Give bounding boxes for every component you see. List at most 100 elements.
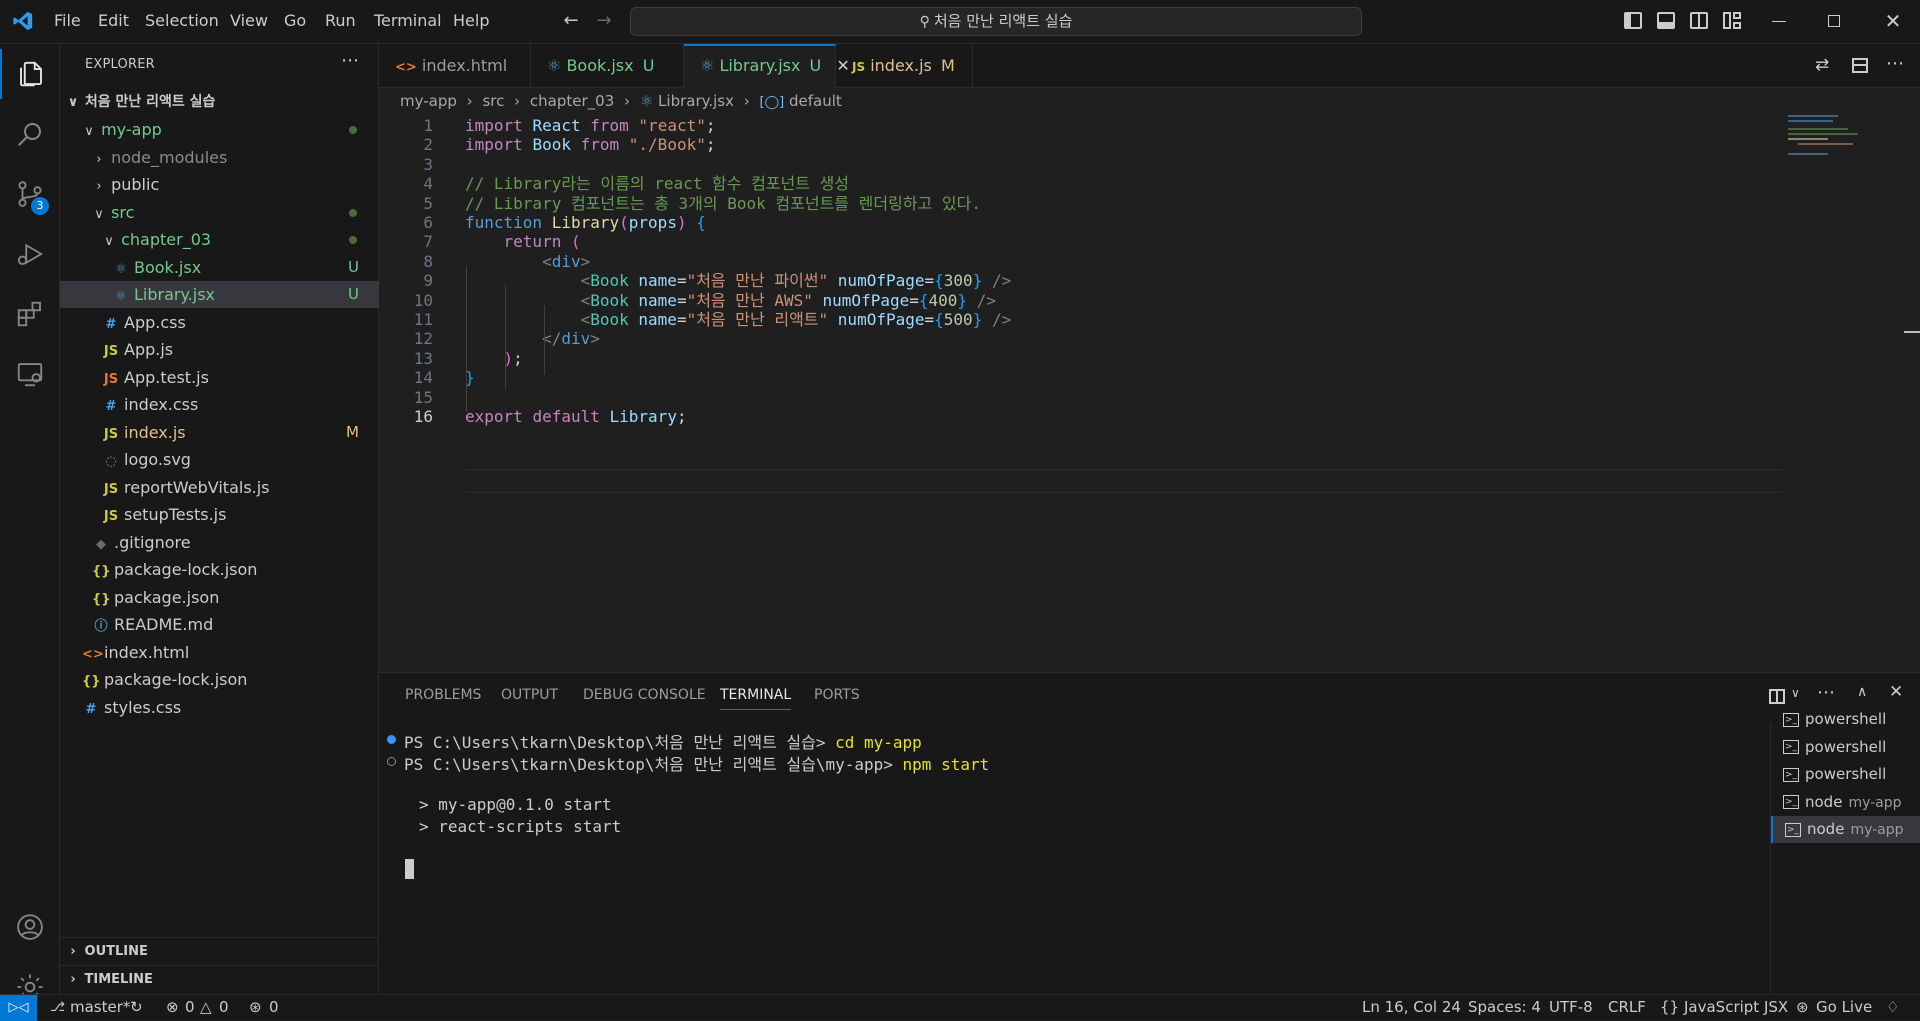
terminal-instance[interactable]: >_ powershell	[1771, 734, 1920, 761]
split-terminal-icon[interactable]	[1769, 689, 1785, 704]
toggle-primary-sidebar-icon[interactable]	[1624, 12, 1642, 29]
tab-library-jsx[interactable]: ⚛ Library.jsx U ✕	[684, 44, 850, 88]
tree-item[interactable]: ⚛ Book.jsx U	[60, 254, 379, 281]
terminal-instance[interactable]: >_ node my-app	[1771, 789, 1920, 816]
tree-item[interactable]: # styles.css	[60, 694, 379, 721]
open-changes-icon[interactable]: ⇄	[1815, 55, 1829, 75]
tree-item[interactable]: JS index.js M	[60, 419, 379, 446]
tree-item[interactable]: <>index.html	[60, 639, 379, 666]
cursor-position[interactable]: Ln 16, Col 24	[1362, 995, 1461, 1020]
broadcast-icon: ⊛	[1796, 998, 1809, 1016]
customize-layout-icon[interactable]	[1723, 12, 1741, 29]
react-file-icon: ⚛	[639, 92, 654, 110]
tree-item[interactable]: › public	[60, 171, 379, 198]
breadcrumb-item[interactable]: chapter_03	[530, 92, 614, 110]
tree-item[interactable]: ⚛ Library.jsx U	[60, 281, 379, 308]
tree-item[interactable]: JS App.test.js	[60, 364, 379, 391]
line-ending[interactable]: CRLF	[1608, 995, 1646, 1020]
minimap[interactable]	[1788, 112, 1868, 162]
terminal-instance[interactable]: >_ powershell	[1771, 706, 1920, 733]
minimize-icon[interactable]	[1772, 21, 1786, 22]
tree-item[interactable]: JS reportWebVitals.js	[60, 474, 379, 501]
tree-item[interactable]: ⓘ README.md	[60, 611, 379, 638]
workspace-root[interactable]: ∨ 처음 만난 리액트 실습	[60, 89, 379, 116]
encoding[interactable]: UTF-8	[1549, 995, 1593, 1020]
bell-icon[interactable]: ♢	[1886, 995, 1899, 1020]
ports-count[interactable]: 0	[269, 995, 279, 1020]
panel-tab-ports[interactable]: PORTS	[814, 687, 860, 703]
restore-icon[interactable]	[1828, 15, 1840, 27]
tree-item[interactable]: ◆ .gitignore	[60, 529, 379, 556]
accounts-icon[interactable]	[0, 902, 60, 952]
menu-view[interactable]: View	[230, 11, 268, 30]
explorer-icon[interactable]	[0, 49, 60, 99]
run-debug-icon[interactable]	[0, 229, 60, 279]
error-count[interactable]: 0	[185, 995, 195, 1020]
chevron-down-icon: ∨	[94, 206, 104, 222]
language-mode[interactable]: JavaScript JSX	[1684, 995, 1788, 1020]
toggle-panel-icon[interactable]	[1657, 12, 1675, 29]
maximize-panel-icon[interactable]: ∧	[1857, 684, 1867, 700]
outline-section[interactable]: › OUTLINE	[60, 937, 379, 964]
menu-run[interactable]: Run	[325, 11, 356, 30]
terminal-instance[interactable]: >_ powershell	[1771, 761, 1920, 788]
js-file-icon: JS	[103, 344, 119, 359]
chevron-down-icon[interactable]: ∨	[1791, 686, 1800, 700]
close-panel-icon[interactable]: ✕	[1889, 682, 1903, 702]
warning-count[interactable]: 0	[219, 995, 229, 1020]
tree-item[interactable]: {} package-lock.json	[60, 556, 379, 583]
menu-edit[interactable]: Edit	[98, 11, 129, 30]
menu-terminal[interactable]: Terminal	[374, 11, 442, 30]
tab-book-jsx[interactable]: ⚛ Book.jsx U	[531, 44, 684, 88]
go-live-button[interactable]: Go Live	[1816, 995, 1872, 1020]
source-control-icon[interactable]: 3	[0, 169, 60, 219]
breadcrumb-item[interactable]: default	[789, 92, 842, 110]
tab-status: U	[642, 56, 655, 75]
tree-item[interactable]: JS setupTests.js	[60, 501, 379, 528]
more-actions-icon[interactable]: ⋯	[341, 50, 359, 71]
branch-label[interactable]: master*	[70, 995, 130, 1020]
tree-item[interactable]: {} package-lock.json	[60, 666, 379, 693]
toggle-secondary-sidebar-icon[interactable]	[1690, 12, 1708, 29]
tree-item[interactable]: # App.css	[60, 309, 379, 336]
tree-item[interactable]: ◌ logo.svg	[60, 446, 379, 473]
tree-item[interactable]: ∨ src	[60, 199, 379, 226]
terminal-instance[interactable]: >_ node my-app	[1771, 816, 1920, 843]
search-icon[interactable]	[0, 109, 60, 159]
remote-explorer-icon[interactable]	[0, 349, 60, 399]
breadcrumb-item[interactable]: Library.jsx	[658, 92, 734, 110]
menu-help[interactable]: Help	[453, 11, 489, 30]
sync-icon[interactable]: ↻	[130, 995, 143, 1020]
split-editor-icon[interactable]	[1852, 58, 1868, 73]
panel-tab-debug-console[interactable]: DEBUG CONSOLE	[583, 687, 706, 703]
timeline-section[interactable]: › TIMELINE	[60, 965, 379, 992]
menu-file[interactable]: File	[54, 11, 81, 30]
back-arrow-icon[interactable]: ←	[560, 10, 582, 32]
tree-item[interactable]: {} package.json	[60, 584, 379, 611]
tree-item[interactable]: JS App.js	[60, 336, 379, 363]
more-actions-icon[interactable]: ⋯	[1886, 53, 1904, 74]
menu-selection[interactable]: Selection	[145, 11, 219, 30]
breadcrumb-item[interactable]: src	[482, 92, 504, 110]
remote-indicator[interactable]: ▷◁	[0, 995, 37, 1021]
command-center-search[interactable]: ⚲ 처음 만난 리액트 실습	[630, 7, 1362, 36]
git-status-badge: M	[346, 422, 359, 441]
forward-arrow-icon[interactable]: →	[593, 10, 615, 32]
tab-index-html[interactable]: <> index.html	[379, 44, 531, 88]
panel-tab-problems[interactable]: PROBLEMS	[405, 687, 481, 703]
extensions-icon[interactable]	[0, 289, 60, 339]
tree-item-label: reportWebVitals.js	[124, 477, 270, 497]
more-actions-icon[interactable]: ⋯	[1817, 682, 1835, 703]
css-file-icon: #	[85, 701, 97, 717]
indentation[interactable]: Spaces: 4	[1468, 995, 1541, 1020]
tree-item[interactable]: # index.css	[60, 391, 379, 418]
close-window-icon[interactable]: ✕	[1882, 10, 1904, 32]
breadcrumb-item[interactable]: my-app	[400, 92, 457, 110]
tree-item[interactable]: › node_modules	[60, 144, 379, 171]
tree-item[interactable]: ∨ chapter_03	[60, 226, 379, 253]
menu-go[interactable]: Go	[284, 11, 306, 30]
panel-tab-output[interactable]: OUTPUT	[501, 687, 558, 703]
panel-tab-terminal[interactable]: TERMINAL	[720, 687, 792, 710]
tab-index-js[interactable]: JS index.js M	[836, 44, 973, 88]
tree-item[interactable]: ∨ my-app	[60, 116, 379, 143]
